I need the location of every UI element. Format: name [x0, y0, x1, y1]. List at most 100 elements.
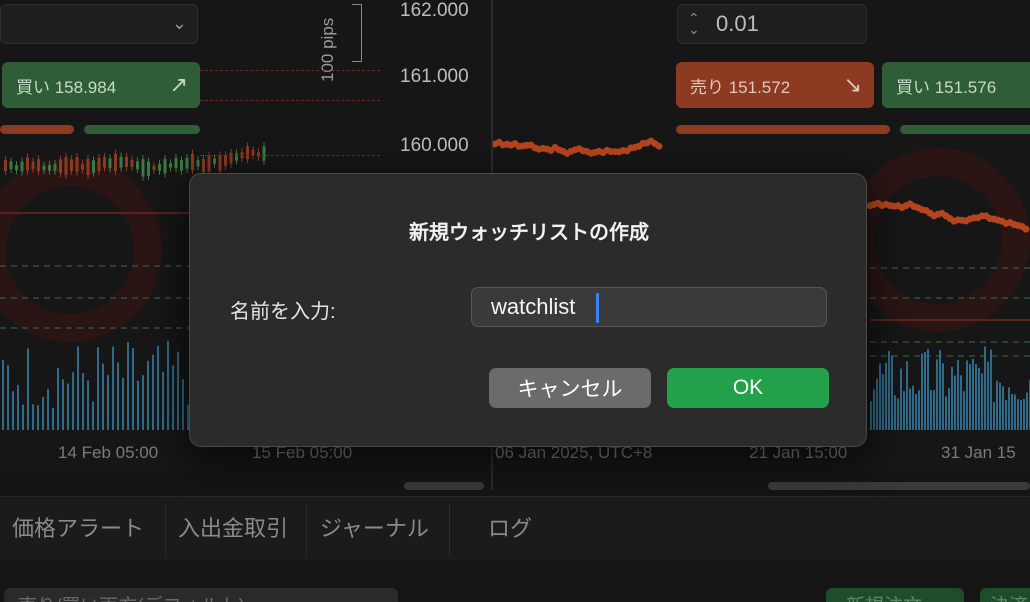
volume-bar	[97, 347, 99, 430]
watchlist-name-input[interactable]	[471, 287, 827, 327]
candle	[75, 156, 79, 172]
volume-bar	[167, 340, 169, 430]
candle	[114, 153, 117, 172]
buy-button[interactable]: 買い 151.576	[882, 62, 1030, 108]
volume-bar	[936, 359, 938, 430]
sell-volume-bar	[0, 125, 74, 134]
volume-bar	[951, 366, 953, 430]
volume-bar	[1002, 386, 1004, 430]
volume-bar	[957, 360, 959, 430]
volume-bar	[147, 360, 149, 430]
buy-volume-bar	[84, 125, 200, 134]
volume-bar	[117, 362, 119, 430]
volume-bar	[879, 363, 881, 430]
volume-bar	[945, 396, 947, 430]
volume-bar	[948, 388, 950, 430]
candle	[81, 164, 84, 170]
volume-bar	[132, 347, 134, 430]
tab-deposits-withdrawals[interactable]: 入出金取引	[178, 511, 288, 543]
dashed-level-line	[200, 155, 380, 156]
cancel-button[interactable]: キャンセル	[489, 368, 651, 408]
volume-bar	[1005, 400, 1007, 430]
right-chart-scrollbar[interactable]	[768, 482, 1030, 490]
order-controls-row: 売り/買い両方(デフォルト) 新規注文 決済	[0, 560, 1030, 602]
candle	[191, 153, 194, 171]
volume-bar	[942, 363, 944, 430]
buy-button[interactable]: 買い 158.984 ↗	[2, 62, 200, 108]
volume-bar	[102, 363, 104, 430]
volume-bar	[22, 404, 24, 430]
volume-bar	[182, 379, 184, 430]
candle	[70, 159, 73, 171]
candle	[163, 158, 167, 174]
volume-bar	[82, 373, 84, 430]
volume-bar	[2, 359, 4, 430]
volume-bar	[987, 361, 989, 430]
symbol-select[interactable]: ⌄	[0, 4, 198, 44]
candle	[158, 163, 161, 171]
volume-bar	[52, 407, 54, 430]
volume-bar	[930, 390, 932, 430]
volume-bar	[42, 396, 44, 430]
volume-bar	[975, 364, 977, 430]
volume-bar	[891, 355, 893, 430]
volume-bar	[900, 368, 902, 430]
volume-bar	[882, 374, 884, 430]
lot-size-field[interactable]: ⌃ ⌄ 0.01	[677, 4, 867, 44]
volume-bar	[978, 367, 980, 430]
arrow-down-right-icon: ↘	[843, 72, 862, 97]
volume-bar	[909, 388, 911, 430]
volume-bar	[927, 348, 929, 430]
candle	[119, 156, 123, 168]
volume-bar	[72, 372, 74, 430]
volume-bar	[122, 377, 124, 430]
volume-bar	[87, 380, 89, 430]
candle	[246, 146, 249, 160]
stepper-icon[interactable]: ⌃ ⌄	[688, 11, 700, 36]
tab-journal[interactable]: ジャーナル	[320, 511, 429, 543]
volume-bar	[1017, 399, 1019, 430]
candle	[224, 155, 227, 167]
tab-divider	[165, 503, 166, 557]
candle	[185, 157, 189, 169]
settle-button[interactable]: 決済	[980, 588, 1030, 602]
candle	[169, 163, 172, 168]
candle	[180, 160, 183, 171]
left-chart-scrollbar[interactable]	[404, 482, 484, 490]
volume-bar	[1011, 393, 1013, 430]
volume-bar	[1008, 387, 1010, 430]
volume-bar	[177, 351, 179, 430]
volume-bar	[906, 361, 908, 430]
candle	[97, 157, 101, 172]
volume-bar	[127, 342, 129, 430]
pips-label: 100 pips	[318, 17, 337, 82]
new-order-button[interactable]: 新規注文	[826, 588, 964, 602]
volume-bar	[999, 382, 1001, 430]
volume-bar	[62, 379, 64, 430]
buy-button-label: 買い 158.984	[16, 78, 117, 97]
price-level-label: 160.000	[400, 135, 469, 156]
volume-bar	[888, 350, 890, 430]
buy-volume-bar	[900, 125, 1030, 134]
tab-log[interactable]: ログ	[488, 511, 532, 543]
candle	[218, 155, 222, 172]
dashed-level-line	[200, 70, 380, 71]
volume-bar	[960, 375, 962, 430]
volume-bar	[873, 389, 875, 430]
volume-bar	[17, 384, 19, 430]
tab-price-alerts[interactable]: 価格アラート	[12, 511, 144, 543]
volume-bar	[32, 404, 34, 430]
candle	[86, 158, 90, 176]
ok-button[interactable]: OK	[667, 368, 829, 408]
candle	[207, 155, 211, 172]
order-side-dropdown[interactable]: 売り/買い両方(デフォルト)	[4, 588, 398, 602]
candle	[31, 161, 35, 169]
candle	[26, 157, 29, 171]
tab-divider	[306, 503, 307, 557]
sell-volume-bar	[676, 125, 890, 134]
volume-bar	[137, 380, 139, 430]
sell-button[interactable]: 売り 151.572 ↘	[676, 62, 874, 108]
candle	[9, 161, 13, 169]
volume-bar	[57, 367, 59, 430]
name-label: 名前を入力:	[230, 301, 336, 323]
